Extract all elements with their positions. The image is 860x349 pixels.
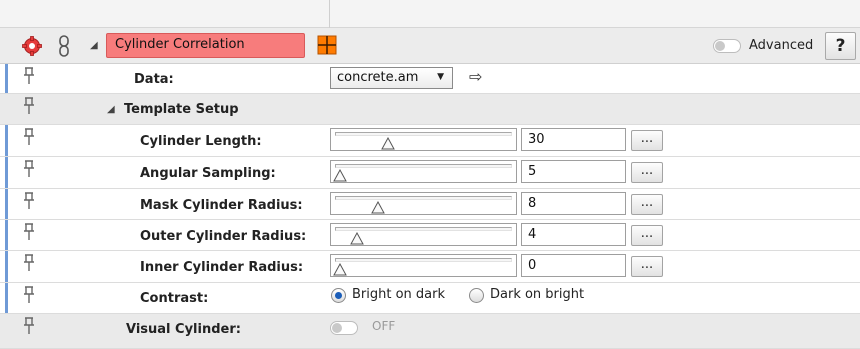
slider-thumb[interactable] [371,201,386,214]
collapse-triangle-icon[interactable]: ◢ [90,40,98,51]
top-strip [0,0,860,28]
advanced-toggle-knob [715,41,725,51]
visual-cylinder-state: OFF [372,319,396,333]
more-options-button[interactable]: ... [631,225,663,246]
advanced-toggle[interactable] [713,39,741,53]
angular-sampling-slider[interactable] [330,160,517,183]
slider-track [335,132,512,136]
row-accent [5,125,8,156]
inner-cylinder-radius-slider[interactable] [330,254,517,277]
param-row-mask-cylinder-radius: Mask Cylinder Radius: 8 ... [0,189,860,220]
pin-icon[interactable] [22,286,36,304]
param-label: Inner Cylinder Radius: [140,260,304,275]
pin-icon[interactable] [22,223,36,241]
visual-cylinder-toggle-knob [332,323,342,333]
help-button[interactable]: ? [825,32,856,60]
outer-cylinder-radius-input[interactable]: 4 [521,223,626,246]
slider-thumb[interactable] [381,137,396,150]
module-name-field[interactable]: Cylinder Correlation [106,33,305,58]
visual-cylinder-label: Visual Cylinder: [126,322,241,337]
row-accent [5,251,8,282]
viewer-toggle-icon[interactable] [317,35,337,55]
go-to-source-arrow-icon[interactable]: ⇨ [469,67,482,86]
slider-thumb[interactable] [333,263,347,276]
inner-cylinder-radius-input[interactable]: 0 [521,254,626,277]
more-options-button[interactable]: ... [631,256,663,277]
cylinder-length-slider[interactable] [330,128,517,151]
row-accent [5,283,8,313]
row-accent [5,64,8,93]
more-options-button[interactable]: ... [631,194,663,215]
slider-track [335,164,512,168]
param-label: Cylinder Length: [140,134,262,149]
param-row-outer-cylinder-radius: Outer Cylinder Radius: 4 ... [0,220,860,251]
pin-icon[interactable] [22,317,36,335]
angular-sampling-input[interactable]: 5 [521,160,626,183]
slider-thumb[interactable] [349,232,364,245]
template-setup-group-row: ◢ Template Setup [0,94,860,125]
param-label: Outer Cylinder Radius: [140,229,307,244]
row-accent [5,189,8,219]
slider-thumb[interactable] [333,169,347,182]
advanced-label: Advanced [749,38,814,53]
param-label: Angular Sampling: [140,166,276,181]
param-row-cylinder-length: Cylinder Length: 30 ... [0,125,860,157]
dark-on-bright-label[interactable]: Dark on bright [490,287,584,302]
pin-icon[interactable] [22,160,36,178]
dark-on-bright-radio[interactable] [469,288,484,303]
slider-track [335,227,512,231]
column-divider [329,0,330,28]
param-row-angular-sampling: Angular Sampling: 5 ... [0,157,860,189]
pin-icon[interactable] [22,192,36,210]
more-options-button[interactable]: ... [631,162,663,183]
gear-icon[interactable] [22,36,42,56]
visual-cylinder-row: Visual Cylinder: OFF [0,314,860,349]
row-accent [5,157,8,188]
row-accent [5,220,8,250]
param-row-inner-cylinder-radius: Inner Cylinder Radius: 0 ... [0,251,860,283]
bright-on-dark-radio[interactable] [331,288,346,303]
expand-triangle-icon[interactable]: ◢ [107,104,115,115]
visual-cylinder-toggle[interactable] [330,321,358,335]
pin-icon[interactable] [22,254,36,272]
contrast-label: Contrast: [140,291,209,306]
slider-track [335,196,512,200]
data-dropdown-value: concrete.am [337,70,419,85]
pin-icon[interactable] [22,67,36,85]
contrast-row: Contrast: Bright on dark Dark on bright [0,283,860,314]
data-row: Data: concrete.am ▼ ⇨ [0,64,860,94]
outer-cylinder-radius-slider[interactable] [330,223,517,246]
param-label: Mask Cylinder Radius: [140,198,303,213]
data-label: Data: [134,72,174,87]
pin-icon[interactable] [22,97,36,115]
module-header: ◢ Cylinder Correlation Advanced ? [0,28,860,64]
mask-cylinder-radius-slider[interactable] [330,192,517,215]
bright-on-dark-label[interactable]: Bright on dark [352,287,445,302]
pin-icon[interactable] [22,128,36,146]
chevron-down-icon: ▼ [437,72,444,82]
chain-link-icon[interactable] [58,35,70,57]
cylinder-length-input[interactable]: 30 [521,128,626,151]
mask-cylinder-radius-input[interactable]: 8 [521,192,626,215]
slider-track [335,258,512,262]
more-options-button[interactable]: ... [631,130,663,151]
data-dropdown[interactable]: concrete.am ▼ [330,67,453,89]
template-setup-label: Template Setup [124,102,239,117]
